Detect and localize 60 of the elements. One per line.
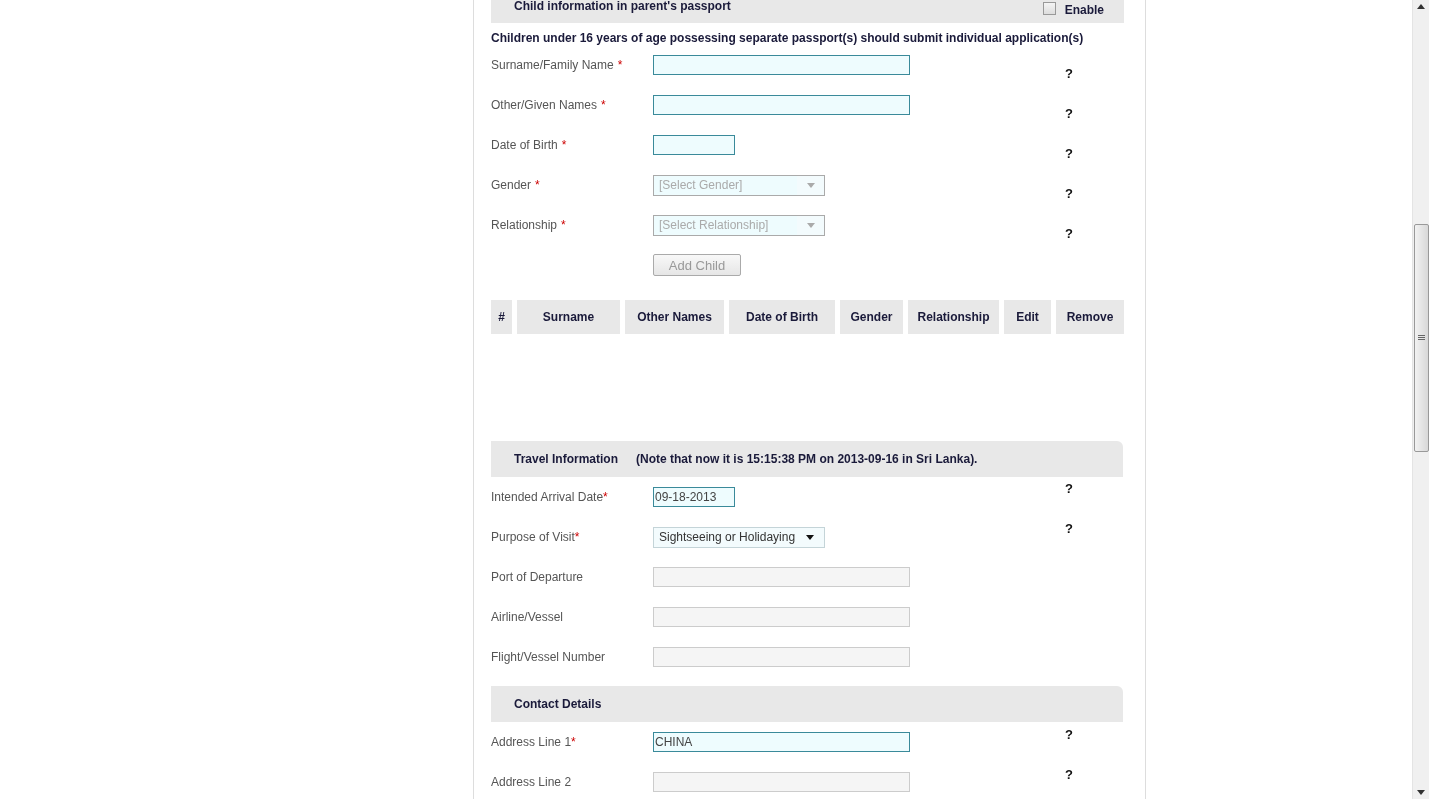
column-header: Edit — [1004, 300, 1051, 334]
text-field[interactable] — [653, 55, 910, 75]
help-link[interactable]: ? — [1065, 65, 1128, 81]
text-field[interactable] — [653, 647, 910, 667]
date-field[interactable] — [653, 135, 735, 155]
time-note: (Note that now it is 15:15:38 PM on 2013-09-16 in Sri Lanka). — [636, 452, 978, 466]
grip-icon — [1417, 335, 1425, 341]
text-field[interactable] — [653, 607, 910, 627]
column-header: Surname — [517, 300, 620, 334]
help-link[interactable]: ? — [1065, 726, 1128, 742]
field-label: Address Line 2 — [491, 775, 572, 789]
section-title: Travel Information — [514, 452, 619, 466]
required-mark: * — [617, 58, 623, 72]
section-title: Child information in parent's passport — [514, 0, 731, 13]
field-label: Other/Given Names — [491, 98, 598, 112]
column-header: Date of Birth — [729, 300, 835, 334]
dropdown[interactable]: Sightseeing or Holidaying — [653, 526, 825, 548]
column-header: # — [491, 300, 512, 334]
notice-text: Children under 16 years of age possessing separate passport(s) should submit individual application(s) — [491, 31, 1085, 45]
field-label: Port of Departure — [491, 570, 584, 584]
field-label: Purpose of Visit — [491, 530, 575, 544]
caret-icon — [806, 182, 815, 188]
help-link[interactable]: ? — [1065, 145, 1128, 161]
required-mark: * — [574, 530, 580, 544]
enable-checkbox[interactable] — [1042, 2, 1056, 15]
field-label: Airline/Vessel — [491, 610, 564, 624]
scroll-up-arrow-icon[interactable] — [1417, 4, 1425, 9]
field-label: Address Line 1 — [491, 735, 572, 749]
required-mark: * — [561, 138, 567, 152]
date-field[interactable]: 09-18-2013 — [653, 487, 735, 507]
column-header: Gender — [840, 300, 903, 334]
text-field[interactable]: CHINA — [653, 732, 910, 752]
field-label: Gender — [491, 178, 532, 192]
field-label: Intended Arrival Date — [491, 490, 604, 504]
text-field[interactable] — [653, 567, 910, 587]
text-field[interactable] — [653, 95, 910, 115]
checkbox-label[interactable]: Enable — [1064, 3, 1104, 17]
column-header: Other Names — [625, 300, 724, 334]
column-header: Relationship — [908, 300, 999, 334]
help-link[interactable]: ? — [1065, 766, 1128, 782]
help-link[interactable]: ? — [1065, 105, 1128, 121]
help-link[interactable]: ? — [1065, 520, 1128, 536]
field-label: Date of Birth — [491, 138, 558, 152]
required-mark: * — [601, 98, 606, 112]
column-header: Remove — [1056, 300, 1124, 334]
field-label: Surname/Family Name — [491, 58, 614, 72]
help-link[interactable]: ? — [1065, 480, 1128, 496]
caret-icon — [805, 534, 814, 540]
scroll-down-arrow-icon[interactable] — [1417, 790, 1425, 795]
text-field[interactable] — [653, 772, 910, 792]
caret-icon — [806, 222, 815, 228]
required-mark: * — [561, 218, 566, 232]
field-label: Flight/Vessel Number — [491, 650, 606, 664]
required-mark: * — [603, 490, 608, 504]
scroll-thumb[interactable] — [1413, 224, 1429, 452]
section-title: Contact Details — [514, 697, 602, 711]
scrollbar[interactable] — [1412, 0, 1429, 799]
required-mark: * — [535, 178, 540, 192]
required-mark: * — [571, 735, 576, 749]
field-label: Relationship — [491, 218, 558, 232]
